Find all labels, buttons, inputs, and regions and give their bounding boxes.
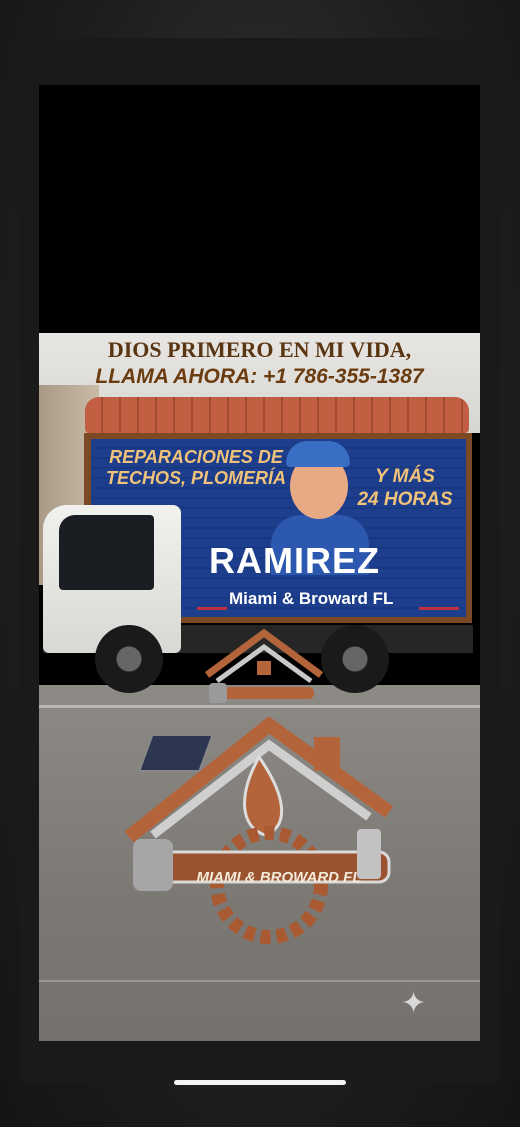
truck-front-wheel xyxy=(95,625,163,693)
home-indicator[interactable] xyxy=(174,1080,346,1085)
house-wrench-logo-small xyxy=(204,628,324,703)
stripe-decoration xyxy=(419,607,459,610)
truck-brand-name: RAMIREZ xyxy=(209,540,380,581)
stripe-decoration xyxy=(197,607,227,610)
truck-hours-text: Y MÁS 24 HORAS xyxy=(345,465,465,511)
truck-hours-line-1: Y MÁS xyxy=(375,466,435,487)
video-player[interactable]: DIOS PRIMERO EN MI VIDA, LLAMA AHORA: +1… xyxy=(39,85,480,1041)
truck-brand-location: Miami & Broward FL xyxy=(229,589,394,608)
worker-cap-icon xyxy=(286,441,350,467)
logo-location-text: MIAMI & BROWARD FL xyxy=(196,869,362,886)
truck-window xyxy=(59,515,154,590)
sparkle-icon[interactable]: ✦ xyxy=(401,987,435,1021)
truck-service-line-2: TECHOS, PLOMERÍA xyxy=(105,468,286,488)
headline-line-1: DIOS PRIMERO EN MI VIDA, xyxy=(107,337,412,362)
house-plumbing-logo xyxy=(124,717,394,944)
truck-service-line-1: REPARACIONES DE xyxy=(109,447,283,467)
truck-rear-wheel xyxy=(321,625,389,693)
truck-hours-line-2: 24 HORAS xyxy=(357,489,453,510)
truck-roof-tiles xyxy=(85,397,469,433)
road-line xyxy=(39,980,480,982)
truck-service-text: REPARACIONES DE TECHOS, PLOMERÍA xyxy=(101,447,291,489)
headline-phone: LLAMA AHORA: +1 786-355-1387 xyxy=(95,365,424,388)
